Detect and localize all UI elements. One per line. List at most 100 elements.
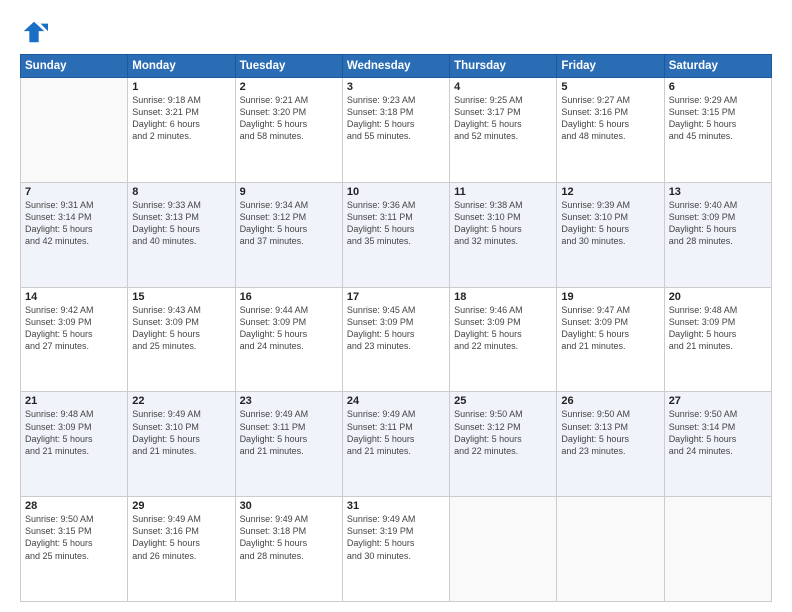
day-number: 4 [454, 81, 552, 93]
calendar-week-row: 1Sunrise: 9:18 AM Sunset: 3:21 PM Daylig… [21, 78, 772, 183]
calendar-cell: 19Sunrise: 9:47 AM Sunset: 3:09 PM Dayli… [557, 287, 664, 392]
day-number: 20 [669, 291, 767, 303]
calendar-week-row: 28Sunrise: 9:50 AM Sunset: 3:15 PM Dayli… [21, 497, 772, 602]
logo-icon [20, 18, 48, 46]
calendar-cell: 7Sunrise: 9:31 AM Sunset: 3:14 PM Daylig… [21, 182, 128, 287]
calendar-cell: 2Sunrise: 9:21 AM Sunset: 3:20 PM Daylig… [235, 78, 342, 183]
calendar-cell: 10Sunrise: 9:36 AM Sunset: 3:11 PM Dayli… [342, 182, 449, 287]
calendar-cell: 29Sunrise: 9:49 AM Sunset: 3:16 PM Dayli… [128, 497, 235, 602]
day-number: 29 [132, 500, 230, 512]
day-info: Sunrise: 9:49 AM Sunset: 3:16 PM Dayligh… [132, 513, 230, 562]
day-info: Sunrise: 9:40 AM Sunset: 3:09 PM Dayligh… [669, 199, 767, 248]
calendar-cell [450, 497, 557, 602]
day-number: 5 [561, 81, 659, 93]
day-info: Sunrise: 9:42 AM Sunset: 3:09 PM Dayligh… [25, 304, 123, 353]
day-info: Sunrise: 9:31 AM Sunset: 3:14 PM Dayligh… [25, 199, 123, 248]
calendar-cell: 21Sunrise: 9:48 AM Sunset: 3:09 PM Dayli… [21, 392, 128, 497]
calendar-cell: 22Sunrise: 9:49 AM Sunset: 3:10 PM Dayli… [128, 392, 235, 497]
calendar-cell: 9Sunrise: 9:34 AM Sunset: 3:12 PM Daylig… [235, 182, 342, 287]
day-info: Sunrise: 9:33 AM Sunset: 3:13 PM Dayligh… [132, 199, 230, 248]
day-number: 9 [240, 186, 338, 198]
calendar-cell: 17Sunrise: 9:45 AM Sunset: 3:09 PM Dayli… [342, 287, 449, 392]
weekday-header: Wednesday [342, 55, 449, 78]
calendar-week-row: 7Sunrise: 9:31 AM Sunset: 3:14 PM Daylig… [21, 182, 772, 287]
day-number: 24 [347, 395, 445, 407]
day-info: Sunrise: 9:50 AM Sunset: 3:15 PM Dayligh… [25, 513, 123, 562]
day-number: 2 [240, 81, 338, 93]
calendar-cell: 20Sunrise: 9:48 AM Sunset: 3:09 PM Dayli… [664, 287, 771, 392]
day-info: Sunrise: 9:49 AM Sunset: 3:11 PM Dayligh… [240, 408, 338, 457]
day-info: Sunrise: 9:50 AM Sunset: 3:14 PM Dayligh… [669, 408, 767, 457]
day-number: 17 [347, 291, 445, 303]
day-number: 15 [132, 291, 230, 303]
day-info: Sunrise: 9:18 AM Sunset: 3:21 PM Dayligh… [132, 94, 230, 143]
logo [20, 18, 52, 46]
day-number: 23 [240, 395, 338, 407]
calendar-cell: 3Sunrise: 9:23 AM Sunset: 3:18 PM Daylig… [342, 78, 449, 183]
day-number: 7 [25, 186, 123, 198]
calendar-table: SundayMondayTuesdayWednesdayThursdayFrid… [20, 54, 772, 602]
weekday-header: Sunday [21, 55, 128, 78]
day-number: 1 [132, 81, 230, 93]
day-number: 13 [669, 186, 767, 198]
day-number: 14 [25, 291, 123, 303]
day-info: Sunrise: 9:49 AM Sunset: 3:10 PM Dayligh… [132, 408, 230, 457]
day-number: 12 [561, 186, 659, 198]
day-info: Sunrise: 9:36 AM Sunset: 3:11 PM Dayligh… [347, 199, 445, 248]
day-info: Sunrise: 9:49 AM Sunset: 3:19 PM Dayligh… [347, 513, 445, 562]
day-number: 22 [132, 395, 230, 407]
calendar-cell [21, 78, 128, 183]
calendar-cell: 30Sunrise: 9:49 AM Sunset: 3:18 PM Dayli… [235, 497, 342, 602]
day-info: Sunrise: 9:27 AM Sunset: 3:16 PM Dayligh… [561, 94, 659, 143]
day-info: Sunrise: 9:46 AM Sunset: 3:09 PM Dayligh… [454, 304, 552, 353]
header [20, 18, 772, 46]
day-info: Sunrise: 9:50 AM Sunset: 3:12 PM Dayligh… [454, 408, 552, 457]
calendar-cell [557, 497, 664, 602]
day-info: Sunrise: 9:23 AM Sunset: 3:18 PM Dayligh… [347, 94, 445, 143]
day-number: 25 [454, 395, 552, 407]
day-number: 28 [25, 500, 123, 512]
calendar-cell: 11Sunrise: 9:38 AM Sunset: 3:10 PM Dayli… [450, 182, 557, 287]
day-info: Sunrise: 9:34 AM Sunset: 3:12 PM Dayligh… [240, 199, 338, 248]
calendar-cell: 1Sunrise: 9:18 AM Sunset: 3:21 PM Daylig… [128, 78, 235, 183]
day-number: 10 [347, 186, 445, 198]
weekday-header: Friday [557, 55, 664, 78]
day-info: Sunrise: 9:25 AM Sunset: 3:17 PM Dayligh… [454, 94, 552, 143]
day-number: 16 [240, 291, 338, 303]
calendar-cell: 24Sunrise: 9:49 AM Sunset: 3:11 PM Dayli… [342, 392, 449, 497]
day-info: Sunrise: 9:50 AM Sunset: 3:13 PM Dayligh… [561, 408, 659, 457]
calendar-cell: 15Sunrise: 9:43 AM Sunset: 3:09 PM Dayli… [128, 287, 235, 392]
day-number: 27 [669, 395, 767, 407]
day-info: Sunrise: 9:45 AM Sunset: 3:09 PM Dayligh… [347, 304, 445, 353]
day-info: Sunrise: 9:43 AM Sunset: 3:09 PM Dayligh… [132, 304, 230, 353]
day-number: 26 [561, 395, 659, 407]
calendar-cell: 31Sunrise: 9:49 AM Sunset: 3:19 PM Dayli… [342, 497, 449, 602]
day-number: 19 [561, 291, 659, 303]
day-info: Sunrise: 9:21 AM Sunset: 3:20 PM Dayligh… [240, 94, 338, 143]
day-info: Sunrise: 9:48 AM Sunset: 3:09 PM Dayligh… [669, 304, 767, 353]
day-info: Sunrise: 9:48 AM Sunset: 3:09 PM Dayligh… [25, 408, 123, 457]
calendar-cell: 23Sunrise: 9:49 AM Sunset: 3:11 PM Dayli… [235, 392, 342, 497]
calendar-cell: 25Sunrise: 9:50 AM Sunset: 3:12 PM Dayli… [450, 392, 557, 497]
calendar-cell: 27Sunrise: 9:50 AM Sunset: 3:14 PM Dayli… [664, 392, 771, 497]
day-number: 11 [454, 186, 552, 198]
day-info: Sunrise: 9:49 AM Sunset: 3:11 PM Dayligh… [347, 408, 445, 457]
day-number: 6 [669, 81, 767, 93]
calendar-week-row: 21Sunrise: 9:48 AM Sunset: 3:09 PM Dayli… [21, 392, 772, 497]
calendar-cell: 14Sunrise: 9:42 AM Sunset: 3:09 PM Dayli… [21, 287, 128, 392]
weekday-header: Thursday [450, 55, 557, 78]
calendar-week-row: 14Sunrise: 9:42 AM Sunset: 3:09 PM Dayli… [21, 287, 772, 392]
weekday-header: Saturday [664, 55, 771, 78]
calendar-cell: 4Sunrise: 9:25 AM Sunset: 3:17 PM Daylig… [450, 78, 557, 183]
calendar-cell: 28Sunrise: 9:50 AM Sunset: 3:15 PM Dayli… [21, 497, 128, 602]
day-info: Sunrise: 9:49 AM Sunset: 3:18 PM Dayligh… [240, 513, 338, 562]
day-number: 30 [240, 500, 338, 512]
day-info: Sunrise: 9:39 AM Sunset: 3:10 PM Dayligh… [561, 199, 659, 248]
page: SundayMondayTuesdayWednesdayThursdayFrid… [0, 0, 792, 612]
weekday-header: Tuesday [235, 55, 342, 78]
day-info: Sunrise: 9:38 AM Sunset: 3:10 PM Dayligh… [454, 199, 552, 248]
calendar-cell [664, 497, 771, 602]
day-number: 8 [132, 186, 230, 198]
calendar-cell: 26Sunrise: 9:50 AM Sunset: 3:13 PM Dayli… [557, 392, 664, 497]
day-number: 21 [25, 395, 123, 407]
